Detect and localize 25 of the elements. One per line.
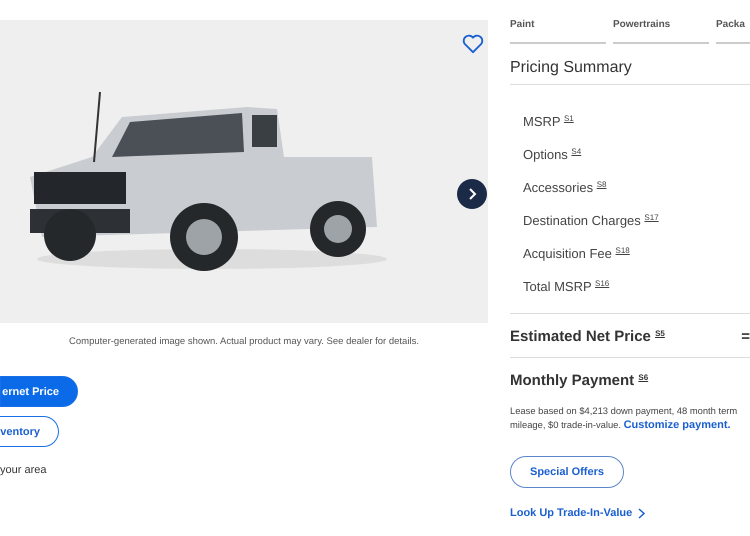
- area-text: your area: [0, 464, 48, 476]
- trade-in-link[interactable]: Look Up Trade-In-Value: [510, 507, 646, 519]
- price-line-label: Options $^{S4}$: [523, 146, 582, 163]
- price-line-label: Accessories $^{S8}$: [523, 179, 608, 196]
- price-line-label: Total MSRP $^{S16}$: [523, 278, 610, 295]
- monthly-payment-heading: Monthly Payment $^{S6}$: [510, 372, 650, 389]
- config-tab[interactable]: Packa: [716, 19, 750, 44]
- customize-payment-link[interactable]: Customize payment.: [624, 419, 731, 431]
- price-line-label: Acquisition Fee $^{S18}$: [523, 245, 631, 262]
- chevron-right-icon: [467, 188, 477, 200]
- config-tab[interactable]: Powertrains: [613, 19, 709, 44]
- price-line-label: MSRP $^{S1}$: [523, 113, 575, 130]
- special-offers-button[interactable]: Special Offers: [510, 456, 624, 488]
- internet-price-button[interactable]: ernet Price: [0, 376, 78, 407]
- config-tab[interactable]: Paint: [510, 19, 606, 44]
- net-price-label: Estimated Net Price $^{S5}$: [510, 328, 665, 345]
- inventory-button[interactable]: ventory: [0, 416, 59, 447]
- image-disclaimer: Computer-generated image shown. Actual product may vary. See dealer for details.: [68, 336, 420, 347]
- price-line-label: Destination Charges $^{S17}$: [523, 212, 660, 229]
- lease-description: Lease based on $4,213 down payment, 48 month term mileage, $0 trade-in-value. Customize payment.: [510, 404, 738, 432]
- net-price-value: =: [741, 328, 750, 345]
- chevron-right-icon: [638, 508, 646, 518]
- section-title: Pricing Summary: [510, 59, 750, 85]
- next-image-button[interactable]: [457, 179, 487, 209]
- heart-icon[interactable]: [462, 34, 484, 54]
